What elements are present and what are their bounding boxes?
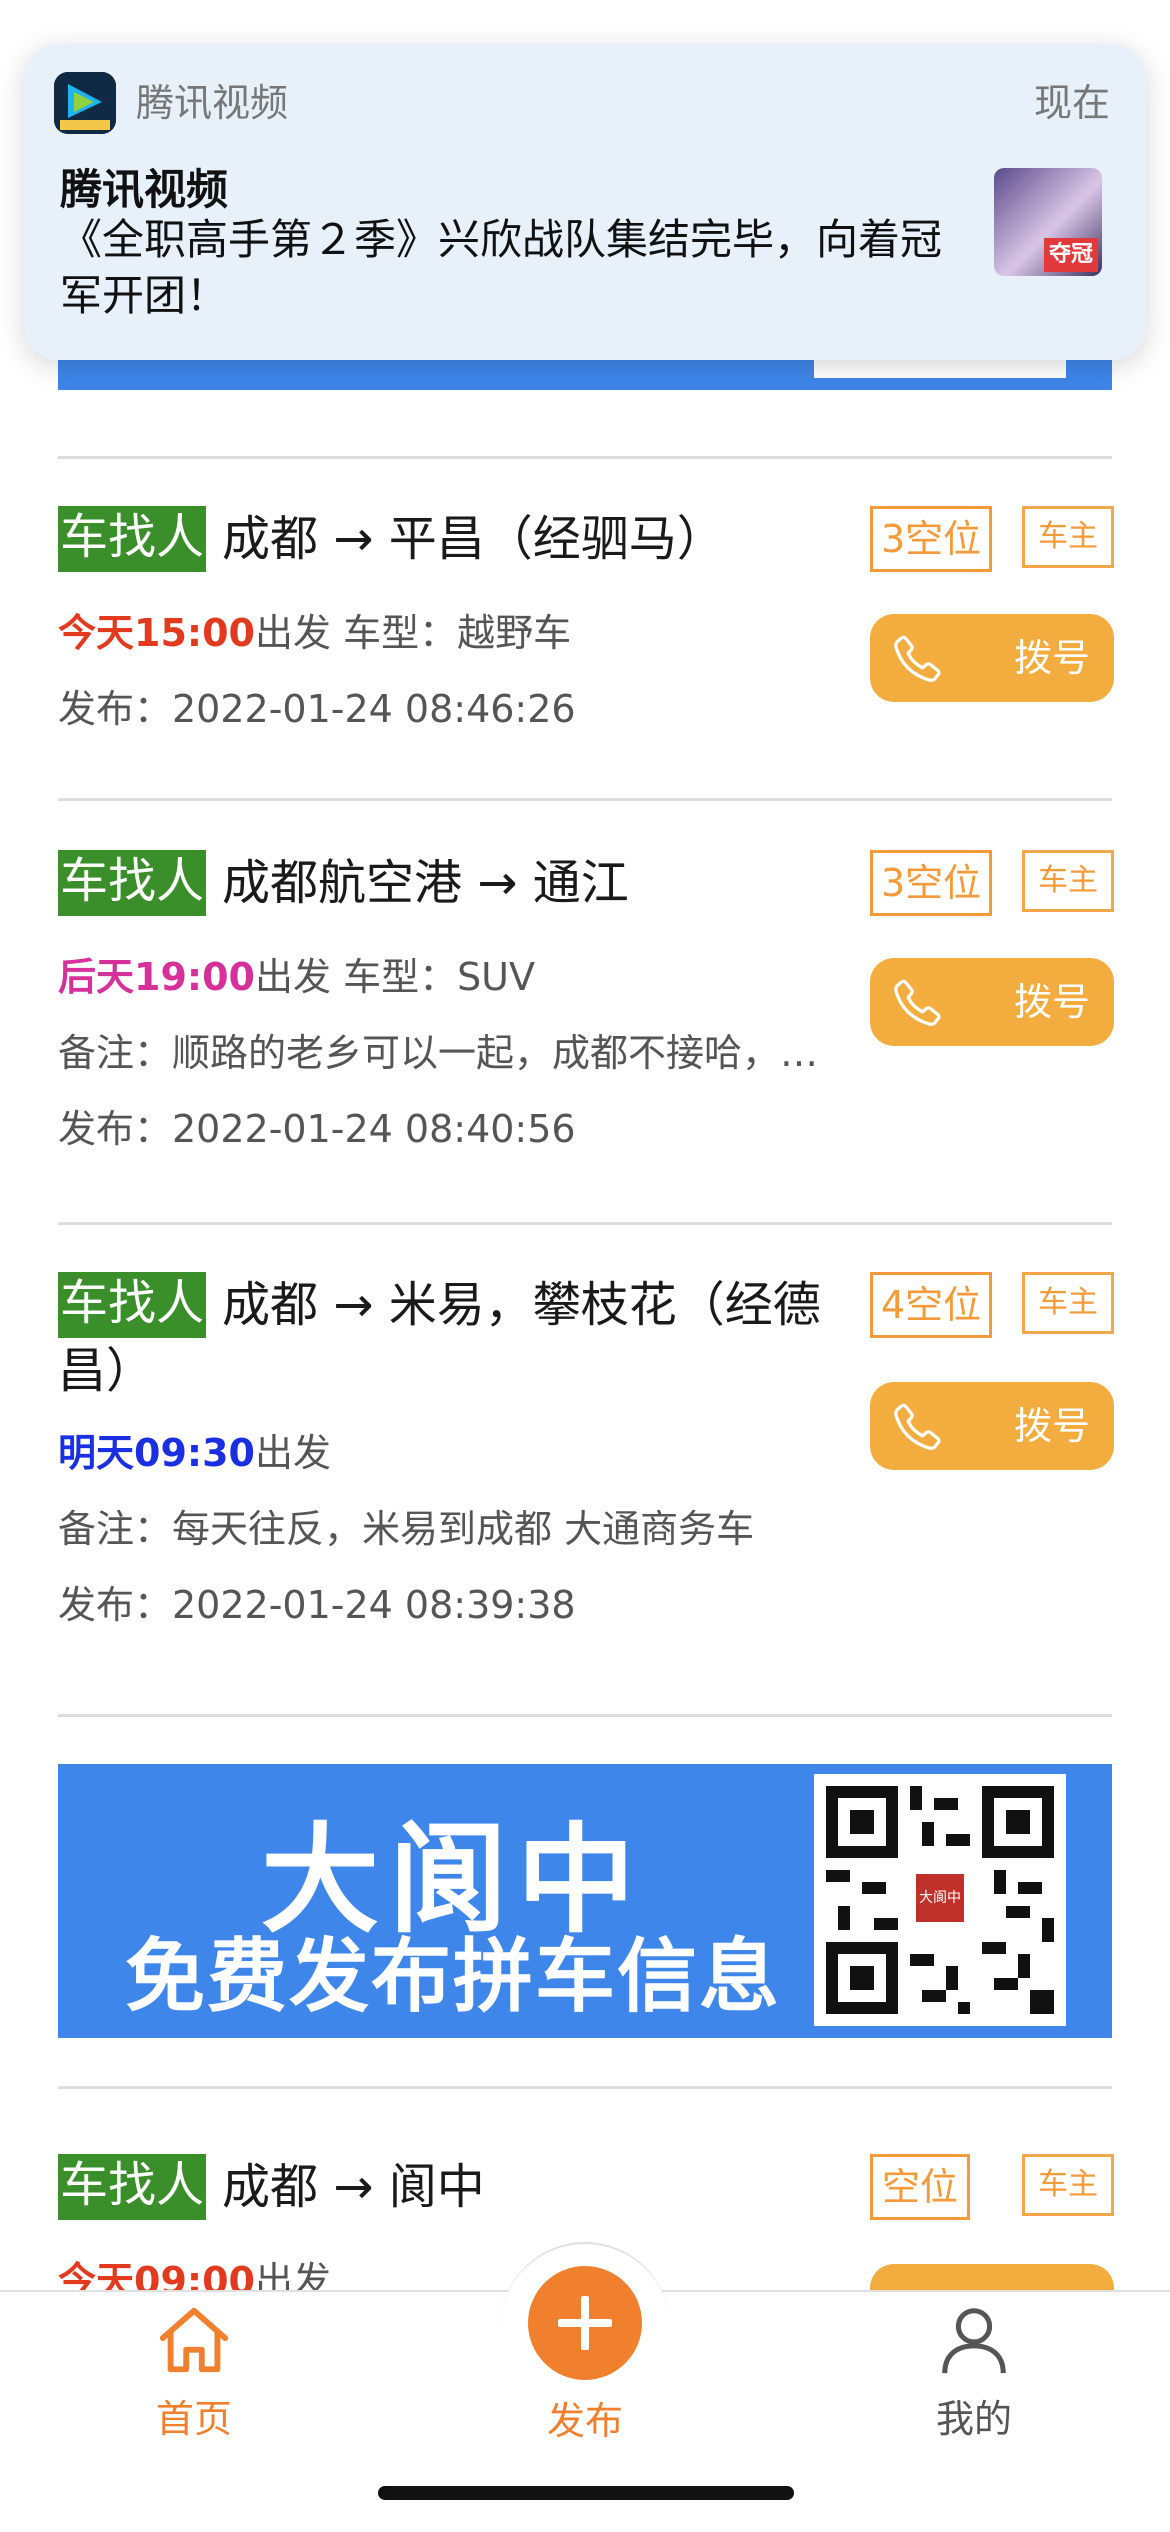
home-indicator[interactable] <box>378 2486 794 2500</box>
dial-button[interactable]: 拨号 <box>870 614 1114 702</box>
list-item[interactable]: 车找人 成都 → 平昌（经驷马） 3空位 车主 拨号 今天15:00出发 车型：越… <box>58 506 1114 766</box>
dial-label: 拨号 <box>1013 980 1090 1024</box>
seats-badge: 3空位 <box>870 850 993 916</box>
divider <box>58 2086 1112 2089</box>
user-icon <box>942 2308 1006 2374</box>
push-notification[interactable]: 腾讯视频 现在 腾讯视频 《全职高手第２季》兴欣战队集结完毕，向着冠军开团！ 夺… <box>24 44 1146 360</box>
list-item[interactable]: 车找人 成都 → 米易，攀枝花（经德昌） 4空位 车主 拨号 明天09:30出发 … <box>58 1272 1114 1672</box>
ad-banner[interactable]: 大阆中 免费发布拼车信息 大阆中 <box>58 1764 1112 2038</box>
phone-icon <box>894 979 941 1026</box>
notification-body: 《全职高手第２季》兴欣战队集结完毕，向着冠军开团！ <box>60 215 943 320</box>
depart-suffix: 出发 <box>254 611 331 655</box>
seats-badge: 空位 <box>870 2154 970 2220</box>
tab-me[interactable]: 我的 <box>874 2302 1074 2443</box>
notification-app-name: 腾讯视频 <box>136 81 289 125</box>
notification-title: 腾讯视频 <box>60 165 229 214</box>
tag-car-find-person: 车找人 <box>58 506 207 572</box>
depart-suffix: 出发 <box>254 1431 331 1475</box>
plus-icon <box>558 2296 612 2350</box>
published-time: 发布：2022-01-24 08:40:56 <box>58 1107 576 1151</box>
depart-line: 后天19:00出发 车型：SUV <box>58 946 535 1001</box>
dial-label: 拨号 <box>1013 636 1090 680</box>
depart-time: 今天15:00 <box>58 611 255 655</box>
qr-code: 大阆中 <box>814 1774 1066 2026</box>
tag-car-find-person: 车找人 <box>58 850 207 916</box>
depart-line: 今天15:00出发 车型：越野车 <box>58 602 571 657</box>
published-time: 发布：2022-01-24 08:39:38 <box>58 1583 576 1627</box>
depart-time: 明天09:30 <box>58 1431 255 1475</box>
dial-button[interactable]: 拨号 <box>870 958 1114 1046</box>
owner-badge: 车主 <box>1022 850 1114 912</box>
tencent-video-icon <box>54 72 116 134</box>
route-text: 成都航空港 → 通江 <box>222 855 629 911</box>
list-item[interactable]: 车找人 成都航空港 → 通江 3空位 车主 拨号 后天19:00出发 车型：SUV… <box>58 850 1114 1170</box>
depart-line: 明天09:30出发 <box>58 1422 331 1477</box>
dial-button[interactable]: 拨号 <box>870 1382 1114 1470</box>
note-text: 备注：顺路的老乡可以一起，成都不接哈，… <box>58 1031 819 1075</box>
tag-car-find-person: 车找人 <box>58 1272 207 1338</box>
listing-title: 车找人 成都 → 阆中 <box>58 2154 838 2220</box>
owner-badge: 车主 <box>1022 1272 1114 1334</box>
notification-thumbnail: 夺冠 <box>994 168 1102 276</box>
owner-badge: 车主 <box>1022 2154 1114 2216</box>
owner-badge: 车主 <box>1022 506 1114 568</box>
dial-label: 拨号 <box>1013 1404 1090 1448</box>
depart-time: 后天19:00 <box>58 955 255 999</box>
divider <box>58 798 1112 801</box>
route-text: 成都 → 平昌（经驷马） <box>222 511 725 567</box>
qr-center-logo: 大阆中 <box>912 1870 968 1926</box>
seats-badge: 3空位 <box>870 506 993 572</box>
home-icon <box>159 2307 229 2373</box>
note-text: 备注：每天往反，米易到成都 大通商务车 <box>58 1507 755 1551</box>
listing-title: 车找人 成都航空港 → 通江 <box>58 850 838 916</box>
tab-publish-label[interactable]: 发布 <box>485 2390 685 2445</box>
notification-time: 现在 <box>1033 81 1110 125</box>
tab-home[interactable]: 首页 <box>94 2302 294 2443</box>
listing-title: 车找人 成都 → 平昌（经驷马） <box>58 506 838 572</box>
listing-title: 车找人 成都 → 米易，攀枝花（经德昌） <box>58 1272 838 1404</box>
seats-badge: 4空位 <box>870 1272 993 1338</box>
publish-button[interactable] <box>528 2266 642 2380</box>
tab-me-label: 我的 <box>935 2397 1012 2441</box>
phone-icon <box>894 1403 941 1450</box>
tab-home-label: 首页 <box>155 2397 232 2441</box>
route-text: 成都 → 阆中 <box>222 2159 485 2215</box>
published-time: 发布：2022-01-24 08:46:26 <box>58 687 576 731</box>
thumbnail-caption: 夺冠 <box>1044 238 1098 272</box>
car-type: 车型：越野车 <box>330 611 572 655</box>
ad-subtitle: 免费发布拼车信息 <box>125 1930 781 2023</box>
divider <box>58 1222 1112 1225</box>
depart-suffix: 出发 <box>254 955 331 999</box>
divider <box>58 1714 1112 1717</box>
phone-icon <box>894 635 941 682</box>
divider <box>58 456 1112 459</box>
tag-car-find-person: 车找人 <box>58 2154 207 2220</box>
car-type: 车型：SUV <box>330 955 535 999</box>
